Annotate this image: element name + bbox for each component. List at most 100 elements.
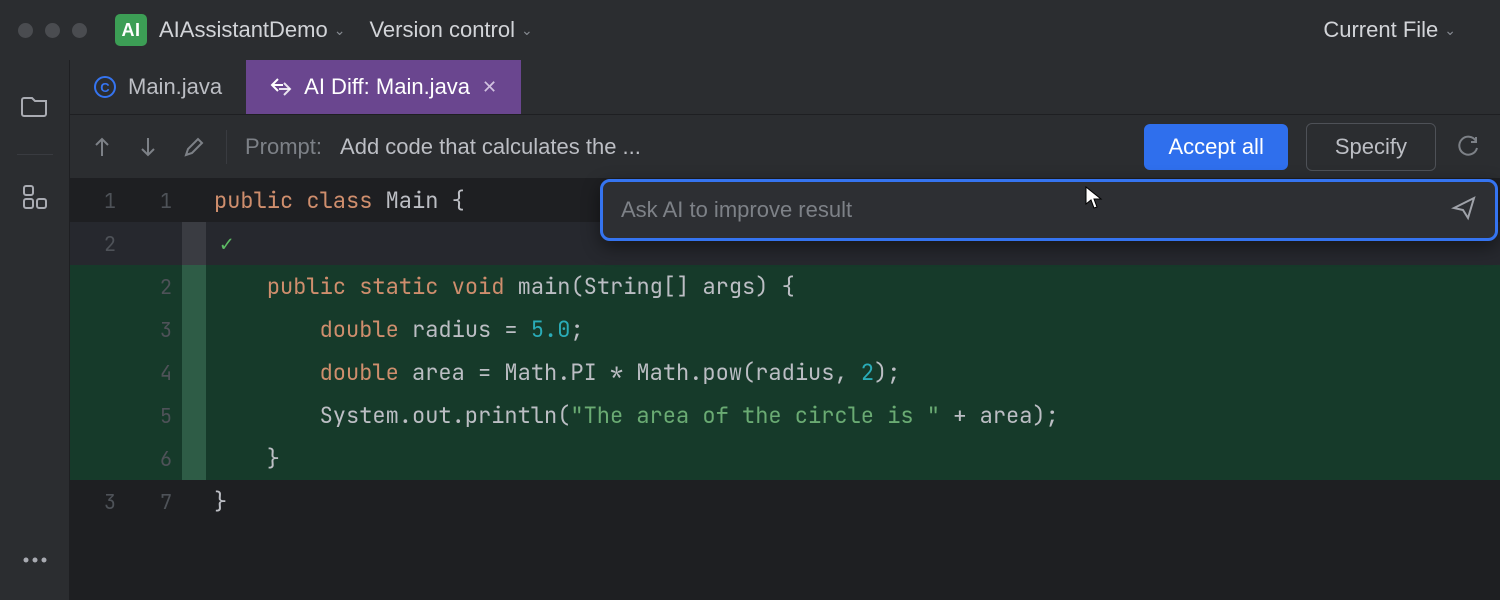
chevron-down-icon: ⌄ bbox=[1444, 22, 1456, 39]
token: public bbox=[267, 272, 359, 301]
token: void bbox=[452, 272, 518, 301]
project-tool-button[interactable] bbox=[17, 88, 53, 124]
code-row[interactable]: 5 System.out.println("The area of the ci… bbox=[70, 394, 1500, 437]
gutter-new-lineno: 1 bbox=[126, 191, 182, 211]
token: } bbox=[214, 487, 227, 516]
token: 2 bbox=[861, 358, 874, 387]
gutter-new-lineno: 6 bbox=[126, 449, 182, 469]
ellipsis-icon bbox=[22, 556, 48, 564]
separator bbox=[226, 130, 227, 164]
editor-area: C Main.java AI Diff: Main.java ✕ Prompt:… bbox=[70, 60, 1500, 600]
gutter-new-lineno: 5 bbox=[126, 406, 182, 426]
accept-all-button[interactable]: Accept all bbox=[1144, 124, 1287, 170]
tab-ai-diff[interactable]: AI Diff: Main.java ✕ bbox=[246, 60, 521, 114]
token bbox=[214, 358, 320, 387]
editor-tabs: C Main.java AI Diff: Main.java ✕ bbox=[70, 60, 1500, 115]
code-row[interactable]: 4 double area = Math.PI * Math.pow(radiu… bbox=[70, 351, 1500, 394]
window-controls bbox=[18, 23, 87, 38]
gutter-new-lineno: 7 bbox=[126, 492, 182, 512]
send-button[interactable] bbox=[1451, 195, 1477, 225]
token: main bbox=[518, 272, 571, 301]
gutter-old-lineno: 1 bbox=[70, 191, 126, 211]
code-text: System.out.println("The area of the circ… bbox=[206, 405, 1059, 427]
token: double bbox=[320, 358, 412, 387]
close-icon[interactable]: ✕ bbox=[482, 77, 497, 98]
token: static bbox=[359, 272, 451, 301]
sidebar-separator bbox=[17, 154, 53, 155]
accept-line-check-icon[interactable]: ✓ bbox=[214, 229, 233, 258]
structure-tool-button[interactable] bbox=[17, 179, 53, 215]
traffic-light-minimize[interactable] bbox=[45, 23, 60, 38]
code-text: public static void main(String[] args) { bbox=[206, 276, 795, 298]
prev-change-button[interactable] bbox=[88, 133, 116, 161]
app-icon: AI bbox=[115, 14, 147, 46]
regenerate-button[interactable] bbox=[1454, 133, 1482, 161]
java-class-icon: C bbox=[94, 76, 116, 98]
chevron-down-icon: ⌄ bbox=[521, 22, 533, 39]
gutter-old-lineno: 3 bbox=[70, 492, 126, 512]
token: System.out.println( bbox=[214, 401, 570, 430]
token: "The area of the circle is " bbox=[570, 401, 940, 430]
code-row[interactable]: 37} bbox=[70, 480, 1500, 523]
code-row[interactable]: 3 double radius = 5.0; bbox=[70, 308, 1500, 351]
ai-improve-input[interactable] bbox=[621, 197, 1451, 223]
specify-button[interactable]: Specify bbox=[1306, 123, 1436, 171]
chevron-down-icon: ⌄ bbox=[334, 22, 346, 39]
scope-selector[interactable]: Current File ⌄ bbox=[1323, 17, 1456, 43]
prompt-label: Prompt: bbox=[245, 134, 322, 160]
token: double bbox=[320, 315, 412, 344]
left-sidebar bbox=[0, 60, 70, 600]
arrow-down-icon bbox=[139, 136, 157, 158]
token: } bbox=[214, 444, 280, 473]
code-text: } bbox=[206, 491, 227, 513]
tab-label: AI Diff: Main.java bbox=[304, 74, 470, 100]
gutter-new-lineno: 4 bbox=[126, 363, 182, 383]
code-row[interactable]: 2 public static void main(String[] args)… bbox=[70, 265, 1500, 308]
traffic-light-close[interactable] bbox=[18, 23, 33, 38]
change-marker bbox=[182, 308, 206, 351]
traffic-light-zoom[interactable] bbox=[72, 23, 87, 38]
edit-button[interactable] bbox=[180, 133, 208, 161]
token: + area); bbox=[940, 401, 1059, 430]
code-text: ✓ bbox=[206, 233, 233, 255]
pencil-icon bbox=[183, 136, 205, 158]
token bbox=[214, 272, 267, 301]
token: area = Math.PI * Math.pow(radius, bbox=[412, 358, 861, 387]
token: Main bbox=[386, 186, 452, 215]
more-tool-button[interactable] bbox=[17, 542, 53, 578]
structure-icon bbox=[22, 184, 48, 210]
arrow-up-icon bbox=[93, 136, 111, 158]
next-change-button[interactable] bbox=[134, 133, 162, 161]
title-bar: AI AIAssistantDemo ⌄ Version control ⌄ C… bbox=[0, 0, 1500, 60]
token: 5.0 bbox=[531, 315, 571, 344]
token bbox=[214, 315, 320, 344]
token: { bbox=[452, 186, 465, 215]
change-marker bbox=[182, 265, 206, 308]
token: radius = bbox=[412, 315, 531, 344]
code-text: public class Main { bbox=[206, 190, 465, 212]
token: ); bbox=[874, 358, 900, 387]
code-editor[interactable]: 11public class Main {2✓2 public static v… bbox=[70, 179, 1500, 523]
diff-prompt-bar: Prompt: Add code that calculates the ...… bbox=[70, 115, 1500, 179]
refresh-icon bbox=[1456, 135, 1480, 159]
code-text: } bbox=[206, 448, 280, 470]
project-name: AIAssistantDemo bbox=[159, 17, 328, 43]
vcs-selector[interactable]: Version control ⌄ bbox=[369, 17, 532, 43]
change-marker bbox=[182, 179, 206, 222]
project-selector[interactable]: AIAssistantDemo ⌄ bbox=[159, 17, 345, 43]
ai-improve-input-popup bbox=[600, 179, 1498, 241]
scope-label: Current File bbox=[1323, 17, 1438, 43]
diff-icon bbox=[270, 76, 292, 98]
prompt-text: Add code that calculates the ... bbox=[340, 134, 641, 160]
token: (String[] args) { bbox=[570, 272, 794, 301]
token: class bbox=[306, 186, 385, 215]
tab-main-java[interactable]: C Main.java bbox=[70, 60, 246, 114]
change-marker bbox=[182, 480, 206, 523]
gutter-old-lineno: 2 bbox=[70, 234, 126, 254]
vcs-label: Version control bbox=[369, 17, 515, 43]
code-text: double area = Math.PI * Math.pow(radius,… bbox=[206, 362, 900, 384]
code-row[interactable]: 6 } bbox=[70, 437, 1500, 480]
token: ; bbox=[570, 315, 583, 344]
folder-icon bbox=[21, 94, 49, 118]
tab-label: Main.java bbox=[128, 74, 222, 100]
